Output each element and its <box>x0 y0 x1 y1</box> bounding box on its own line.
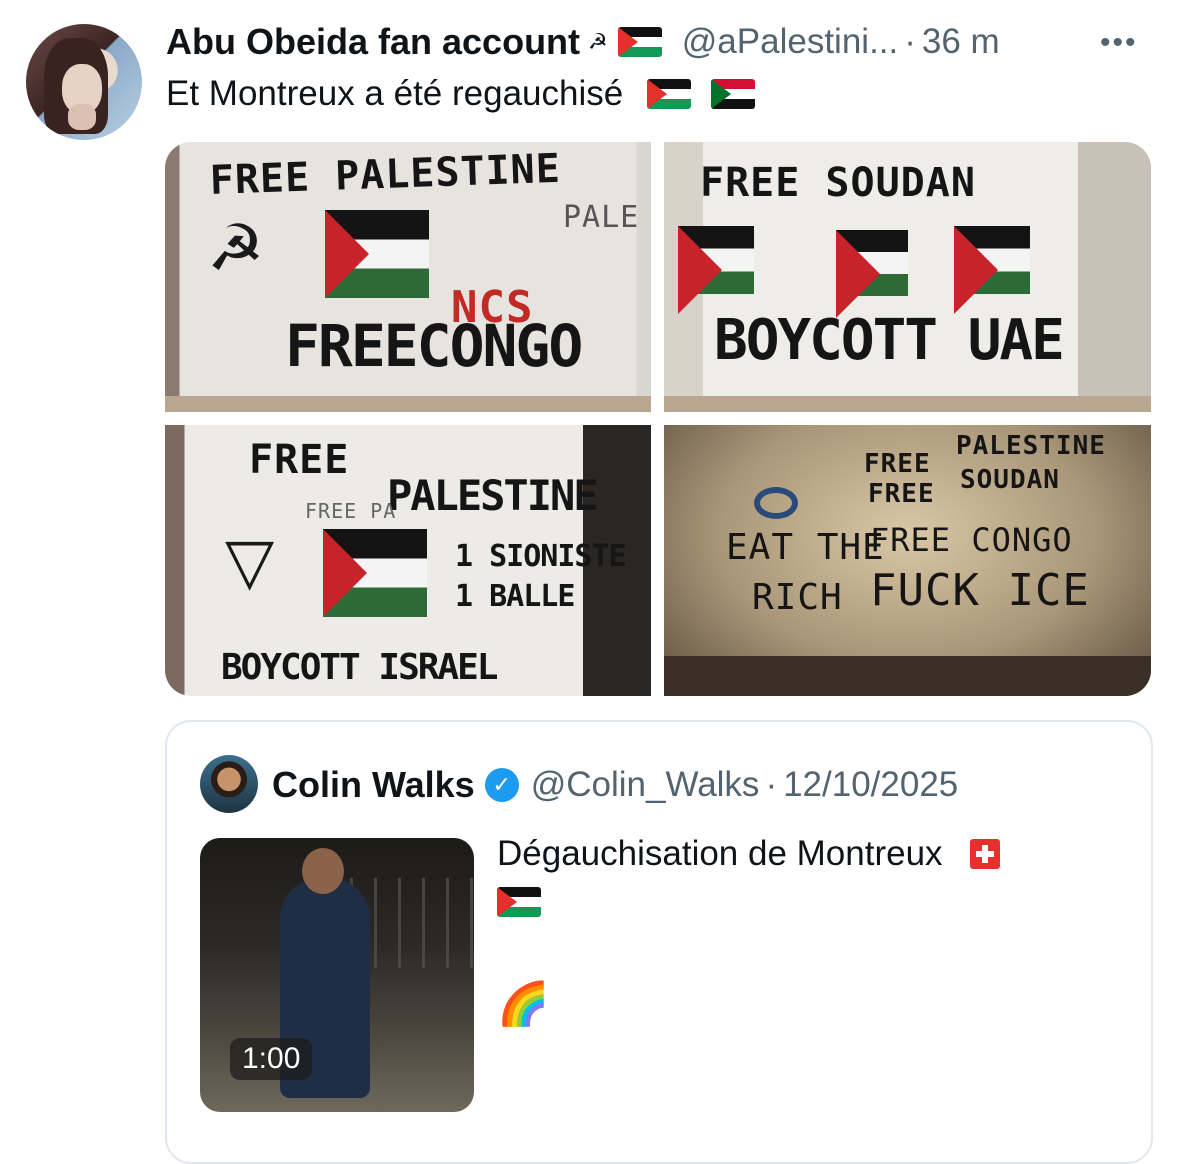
author-display-name[interactable]: Abu Obeida fan account <box>166 21 580 63</box>
graffiti-text: FREE <box>864 449 931 479</box>
avatar-hand <box>68 104 96 130</box>
tweet-timestamp[interactable]: 36 m <box>922 22 1000 62</box>
graffiti-text: FREE PALESTINE <box>209 145 562 204</box>
graffiti-text: EAT THE <box>726 527 885 568</box>
ground-strip <box>664 396 1151 412</box>
graffiti-text: NCS <box>451 282 534 333</box>
graffiti-text: BOYCOTT UAE <box>714 308 1065 373</box>
graffiti-text: FREE SOUDAN <box>700 160 976 206</box>
meta-separator: · <box>765 765 778 804</box>
graffiti-text: FREE PA <box>305 499 397 523</box>
tweet-text-line: Et Montreux a été regauchisé <box>166 74 755 114</box>
photo-4[interactable]: EAT THE RICH FREE PALESTINE FREE SOUDAN … <box>664 425 1151 696</box>
person-head <box>302 848 344 894</box>
tweet-header: Abu Obeida fan account ☭ @aPalestini... … <box>166 20 1000 64</box>
rainbow-emoji: 🌈 <box>497 980 550 1027</box>
graffiti-text: FREE <box>249 437 350 483</box>
verified-badge-icon: ✓ <box>484 768 519 802</box>
triangle-icon: ▽ <box>225 525 275 599</box>
circle-mark <box>754 487 798 519</box>
palestine-flag-icon <box>617 27 662 57</box>
quoted-tweet-date[interactable]: 12/10/2025 <box>783 765 958 805</box>
palestine-flag-icon <box>497 887 541 917</box>
graffiti-text: RICH <box>752 577 843 618</box>
hammer-sickle-icon: ☭ <box>588 29 608 54</box>
palestine-flag-graffiti <box>323 529 427 617</box>
sudan-flag-icon <box>710 79 755 109</box>
media-grid: FREE PALESTINE ☭ FREECONGO PALE NCS FREE… <box>165 142 1151 696</box>
video-duration-badge: 1:00 <box>230 1038 313 1080</box>
more-options-icon[interactable]: ••• <box>1100 26 1138 60</box>
graffiti-text: PALESTINE <box>387 471 599 520</box>
palestine-flag-graffiti <box>325 210 429 298</box>
palestine-flag-icon <box>646 79 691 109</box>
graffiti-text: SOUDAN <box>960 465 1060 495</box>
graffiti-text: PALE <box>563 200 640 235</box>
graffiti-text: FREE <box>868 479 935 509</box>
photo-3[interactable]: FREE PALESTINE FREE PA ▽ 1 SIONISTE 1 BA… <box>165 425 651 696</box>
ground-strip <box>165 396 651 412</box>
quoted-author-name[interactable]: Colin Walks <box>272 764 475 806</box>
graffiti-text: FREE CONGO <box>870 521 1073 559</box>
quoted-author-avatar[interactable] <box>200 755 258 813</box>
author-avatar[interactable] <box>26 24 142 140</box>
quoted-text: Dégauchisation de Montreux <box>497 834 943 873</box>
graffiti-text: FREECONGO <box>285 312 583 380</box>
tweet-text: Et Montreux a été regauchisé <box>166 74 624 113</box>
quoted-tweet-text: Dégauchisation de Montreux <box>497 830 1001 926</box>
graffiti-text: 1 BALLE <box>455 579 575 614</box>
graffiti-text: 1 SIONISTE <box>455 539 627 574</box>
palestine-flag-graffiti <box>678 226 754 314</box>
graffiti-text: BOYCOTT ISRAEL <box>221 647 498 688</box>
meta-separator: · <box>904 22 916 61</box>
quoted-author-handle[interactable]: @Colin_Walks <box>531 765 760 805</box>
swiss-flag-icon <box>970 839 1001 869</box>
video-thumbnail[interactable]: 1:00 <box>200 838 474 1112</box>
hammer-sickle-icon: ☭ <box>207 212 265 286</box>
quoted-tweet-header: Colin Walks ✓ @Colin_Walks · 12/10/2025 <box>272 762 958 808</box>
graffiti-text: PALESTINE <box>956 431 1106 461</box>
author-handle[interactable]: @aPalestini... <box>682 22 898 62</box>
photo-2[interactable]: FREE SOUDAN BOYCOTT UAE <box>664 142 1151 412</box>
graffiti-text: FUCK ICE <box>870 565 1090 616</box>
ground-strip <box>664 656 1151 696</box>
palestine-flag-graffiti <box>836 230 908 318</box>
palestine-flag-graffiti <box>954 226 1030 314</box>
photo-1[interactable]: FREE PALESTINE ☭ FREECONGO PALE NCS <box>165 142 651 412</box>
